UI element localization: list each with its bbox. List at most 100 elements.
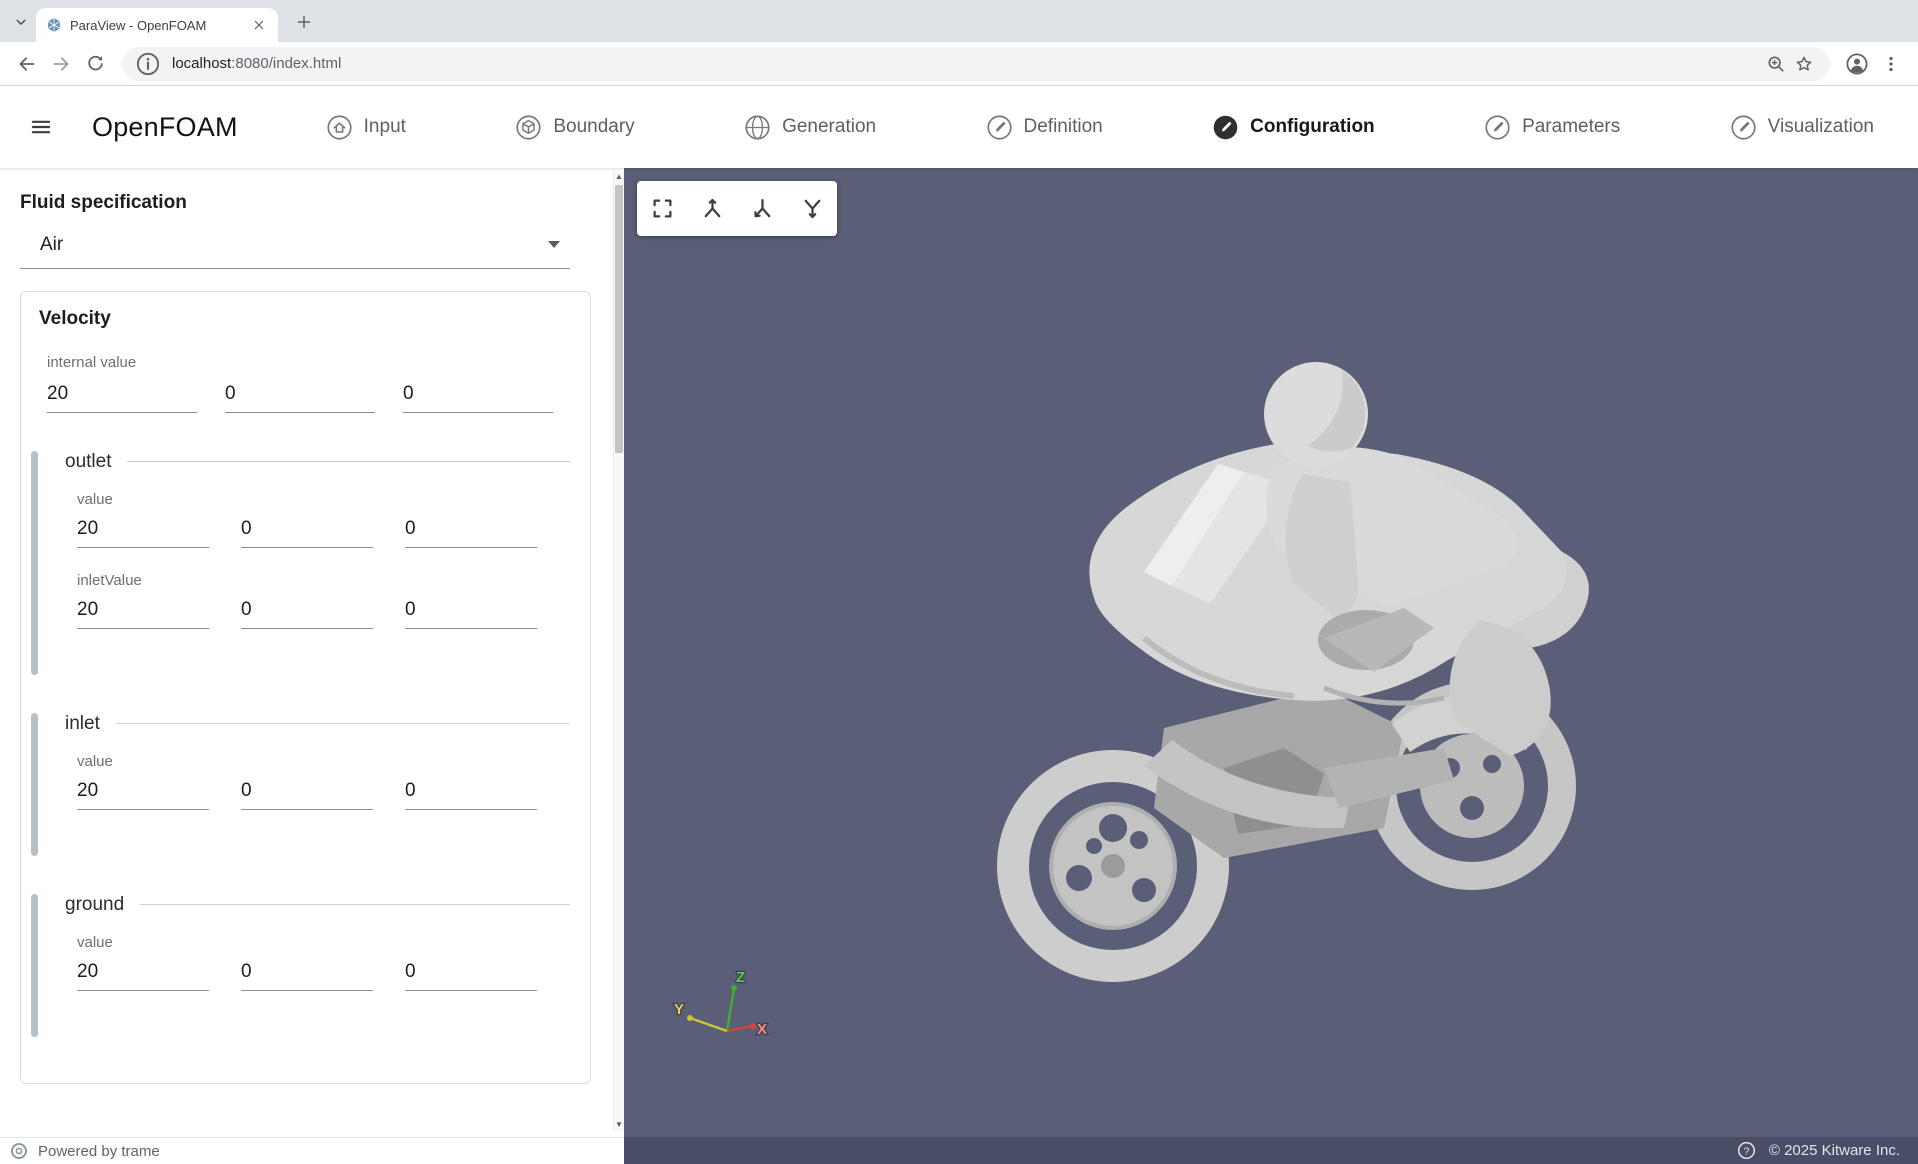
back-button[interactable] <box>10 47 44 81</box>
render-view[interactable]: Z X Y <box>624 168 1918 1137</box>
field-label: value <box>77 934 570 951</box>
scene-canvas: Z X Y <box>624 168 1918 1137</box>
refresh-icon <box>85 53 106 74</box>
velocity-card: Velocity internal value outlet value inl… <box>20 291 591 1084</box>
section-name-underline <box>140 904 570 905</box>
svg-text:?: ? <box>1743 1146 1749 1157</box>
ground-value-x-input[interactable] <box>77 959 209 991</box>
outlet-value-z-input[interactable] <box>405 516 537 548</box>
inlet-value-z-input[interactable] <box>405 778 537 810</box>
hamburger-icon <box>28 114 54 140</box>
inlet-value-x-input[interactable] <box>77 778 209 810</box>
reset-camera-icon[interactable] <box>649 195 676 222</box>
view-axis-negative-icon[interactable] <box>699 195 726 222</box>
globe-circle-icon <box>744 114 771 141</box>
ground-value-z-input[interactable] <box>405 959 537 991</box>
nav-item-generation[interactable]: Generation <box>744 114 876 141</box>
star-icon <box>1793 53 1815 75</box>
vector-row <box>77 516 570 548</box>
outlet-inletvalue-y-input[interactable] <box>241 597 373 629</box>
view-axis-side-icon[interactable] <box>749 195 776 222</box>
nav-item-parameters[interactable]: Parameters <box>1484 114 1620 141</box>
url-path: :8080/index.html <box>231 55 341 72</box>
scrollbar-thumb[interactable] <box>615 185 623 453</box>
magnifier-plus-icon <box>1765 53 1787 75</box>
section-name: outlet <box>65 451 111 473</box>
tab-search-button[interactable] <box>8 9 34 35</box>
forward-button[interactable] <box>44 47 78 81</box>
pencil-circle-icon <box>1484 114 1511 141</box>
footer-left: Powered by trame <box>0 1137 624 1164</box>
nav-label: Configuration <box>1250 116 1375 138</box>
arrow-left-icon <box>16 53 38 75</box>
nav-label: Visualization <box>1768 116 1874 138</box>
ground-value-y-input[interactable] <box>241 959 373 991</box>
main-nav: Input Boundary Generation Definition Con… <box>326 114 1874 141</box>
hamburger-menu-button[interactable] <box>26 112 56 142</box>
velocity-internal-y-input[interactable] <box>225 381 375 413</box>
nav-label: Boundary <box>553 116 634 138</box>
nav-item-input[interactable]: Input <box>326 114 406 141</box>
nav-label: Generation <box>782 116 876 138</box>
velocity-internal-z-input[interactable] <box>403 381 553 413</box>
vector-row <box>77 597 570 629</box>
outlet-inletvalue-x-input[interactable] <box>77 597 209 629</box>
chevron-down-icon <box>12 13 30 31</box>
section-inlet: inlet value <box>35 711 570 856</box>
panel-scrollbar[interactable]: ▲ ▼ <box>613 171 624 1131</box>
orientation-axes-widget: Z X Y <box>674 969 767 1038</box>
pencil-circle-icon <box>986 114 1013 141</box>
nav-item-visualization[interactable]: Visualization <box>1730 114 1874 141</box>
nav-item-configuration[interactable]: Configuration <box>1212 114 1375 141</box>
kebab-menu-icon <box>1881 54 1901 74</box>
help-icon[interactable]: ? <box>1737 1141 1756 1160</box>
vector-row <box>77 959 570 991</box>
vector-row <box>77 778 570 810</box>
section-header: inlet <box>65 713 570 735</box>
nav-item-definition[interactable]: Definition <box>986 114 1103 141</box>
scroll-up-arrow[interactable]: ▲ <box>614 171 624 183</box>
section-header: outlet <box>65 451 570 473</box>
browser-tab-strip: ParaView - OpenFOAM <box>0 0 1918 42</box>
view-axis-up-icon[interactable] <box>799 195 826 222</box>
field-label: inletValue <box>77 572 570 589</box>
browser-toolbar: localhost:8080/index.html <box>0 42 1918 86</box>
paraview-favicon <box>46 17 62 33</box>
scroll-down-arrow[interactable]: ▼ <box>614 1119 624 1131</box>
home-circle-icon <box>326 114 353 141</box>
address-bar[interactable]: localhost:8080/index.html <box>122 47 1830 81</box>
pencil-circle-icon <box>1730 114 1757 141</box>
plus-icon <box>294 12 314 32</box>
section-name-underline <box>127 461 570 462</box>
view-toolbar <box>637 181 837 236</box>
fluid-select[interactable]: Air <box>20 222 570 269</box>
outlet-value-x-input[interactable] <box>77 516 209 548</box>
arrow-right-icon <box>50 53 72 75</box>
section-name-underline <box>116 723 570 724</box>
outlet-value-y-input[interactable] <box>241 516 373 548</box>
reload-button[interactable] <box>78 47 112 81</box>
profile-button[interactable] <box>1840 47 1874 81</box>
site-info-icon[interactable] <box>134 50 162 78</box>
bookmark-button[interactable] <box>1790 50 1818 78</box>
browser-menu-button[interactable] <box>1874 47 1908 81</box>
outlet-inletvalue-z-input[interactable] <box>405 597 537 629</box>
inlet-value-y-input[interactable] <box>241 778 373 810</box>
x-axis-label: X <box>757 1021 767 1038</box>
zoom-indicator-button[interactable] <box>1762 50 1790 78</box>
nav-item-boundary[interactable]: Boundary <box>515 114 634 141</box>
section-outlet: outlet value inletValue <box>35 449 570 675</box>
dropdown-arrow-icon <box>548 241 560 248</box>
nav-label: Definition <box>1024 116 1103 138</box>
nav-label: Input <box>364 116 406 138</box>
velocity-internal-x-input[interactable] <box>47 381 197 413</box>
browser-tab[interactable]: ParaView - OpenFOAM <box>36 8 278 42</box>
tab-title: ParaView - OpenFOAM <box>70 18 250 33</box>
tab-close-icon[interactable] <box>250 16 268 34</box>
trame-logo-icon <box>10 1142 28 1160</box>
new-tab-button[interactable] <box>292 10 316 34</box>
section-name: ground <box>65 894 124 916</box>
section-ground: ground value <box>35 892 570 1037</box>
avatar-icon <box>1845 52 1869 76</box>
nav-label: Parameters <box>1522 116 1620 138</box>
